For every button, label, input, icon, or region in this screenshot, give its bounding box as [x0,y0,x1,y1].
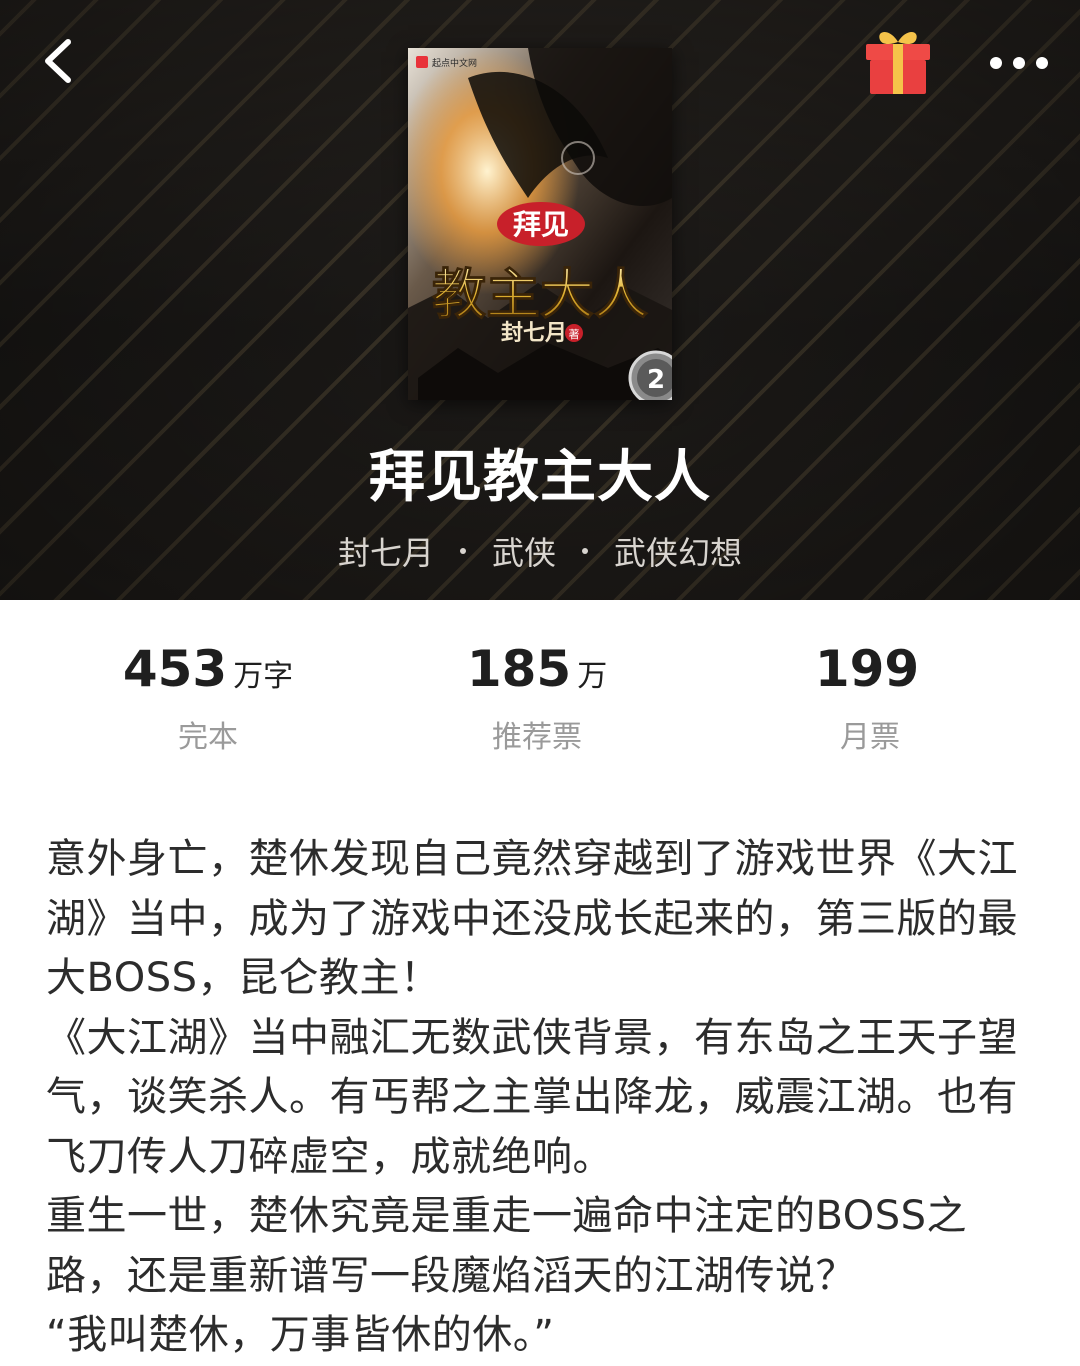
cover-author-suffix: 著 [569,327,580,341]
monthly-votes-stat[interactable]: 199 月票 [705,640,1035,756]
more-options-button[interactable] [984,40,1054,86]
stat-value: 199 [814,640,920,698]
synopsis-paragraph: 重生一世，楚休究竟是重走一遍命中注定的BOSS之路，还是重新谱写一段魔焰滔天的江… [46,1193,968,1299]
book-header: 起点中文网 拜见 教主大人 封七月 著 2 拜见教主大人 封七月 武侠 武侠幻想 [0,0,1080,600]
stat-value: 453 [122,640,228,698]
cover-volume-badge: 2 [647,365,665,395]
stat-label: 推荐票 [492,720,582,755]
stat-label: 月票 [840,720,900,755]
synopsis-paragraph: 《大江湖》当中融汇无数武侠背景，有东岛之王天子望气，谈笑杀人。有丐帮之主掌出降龙… [46,1014,1018,1180]
cover-title-main: 教主大人 [432,262,648,326]
book-title: 拜见教主大人 [369,444,711,510]
subcategory-link[interactable]: 武侠幻想 [614,528,742,574]
word-count-stat: 453 万字 完本 [43,640,373,756]
stat-unit: 万 [577,659,608,694]
stat-value: 185 [466,640,572,698]
separator-dot [459,548,466,554]
category-link[interactable]: 武侠 [492,528,556,574]
book-cover[interactable]: 起点中文网 拜见 教主大人 封七月 著 2 [408,48,672,400]
cover-author: 封七月 [501,320,567,346]
book-synopsis[interactable]: 意外身亡，楚休发现自己竟然穿越到了游戏世界《大江湖》当中，成为了游戏中还没成长起… [46,830,1036,1366]
stat-unit: 万字 [233,659,294,694]
cover-title-top: 拜见 [513,208,569,241]
synopsis-paragraph: 意外身亡，楚休发现自己竟然穿越到了游戏世界《大江湖》当中，成为了游戏中还没成长起… [46,836,1018,1001]
cover-publisher: 起点中文网 [432,57,477,69]
back-button[interactable] [34,30,94,90]
recommend-votes-stat[interactable]: 185 万 推荐票 [372,640,702,756]
gift-icon [866,32,930,94]
more-dots-icon [990,57,1048,69]
book-stats: 453 万字 完本 185 万 推荐票 199 月票 [0,640,1080,770]
separator-dot [582,548,588,554]
author-link[interactable]: 封七月 [338,528,434,574]
back-chevron-icon [45,39,71,83]
gift-button[interactable] [860,24,936,100]
synopsis-paragraph: “我叫楚休，万事皆休的休。” [46,1312,555,1358]
stat-label: 完本 [178,720,238,755]
book-meta: 封七月 武侠 武侠幻想 [0,528,1080,574]
